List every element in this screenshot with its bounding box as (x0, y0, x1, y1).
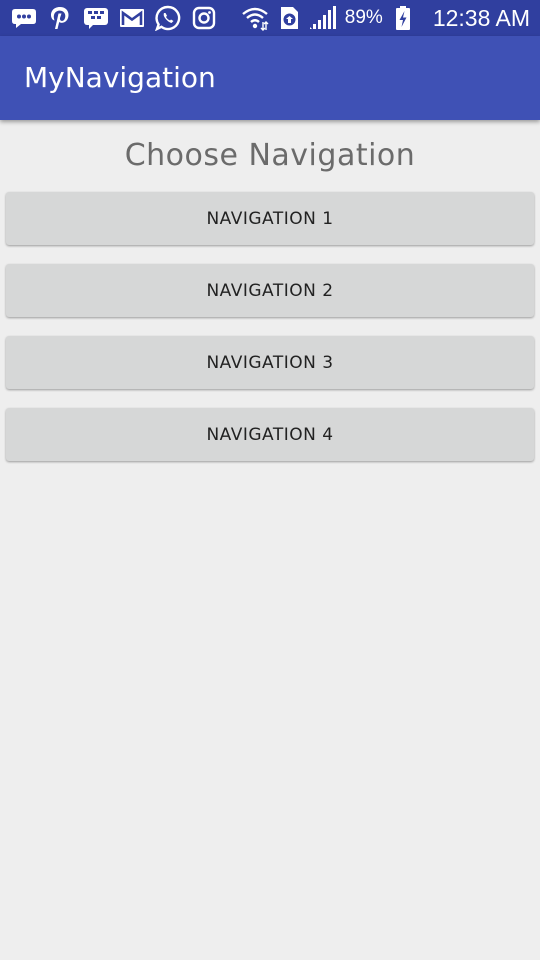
signal-icon (309, 4, 337, 32)
status-bar: 89% 12:38 AM (0, 0, 540, 36)
clock: 12:38 AM (432, 4, 530, 31)
messages-icon (10, 4, 38, 32)
whatsapp-icon (154, 4, 182, 32)
app-bar: MyNavigation (0, 36, 540, 120)
bbm-icon (82, 4, 110, 32)
system-status: 89% 12:38 AM (241, 4, 530, 32)
wifi-icon (241, 4, 269, 32)
app-title: MyNavigation (24, 61, 216, 94)
page-heading: Choose Navigation (124, 138, 416, 173)
battery-charging-icon (389, 4, 417, 32)
navigation-4-button[interactable]: NAVIGATION 4 (6, 408, 534, 461)
battery-percent: 89% (344, 7, 383, 28)
instagram-icon (190, 4, 218, 32)
gmail-icon (118, 4, 146, 32)
pinterest-icon (46, 4, 74, 32)
notification-icons (10, 4, 218, 32)
navigation-3-button[interactable]: NAVIGATION 3 (6, 336, 534, 389)
navigation-1-button[interactable]: NAVIGATION 1 (6, 192, 534, 245)
navigation-2-button[interactable]: NAVIGATION 2 (6, 264, 534, 317)
sync-icon (275, 4, 303, 32)
